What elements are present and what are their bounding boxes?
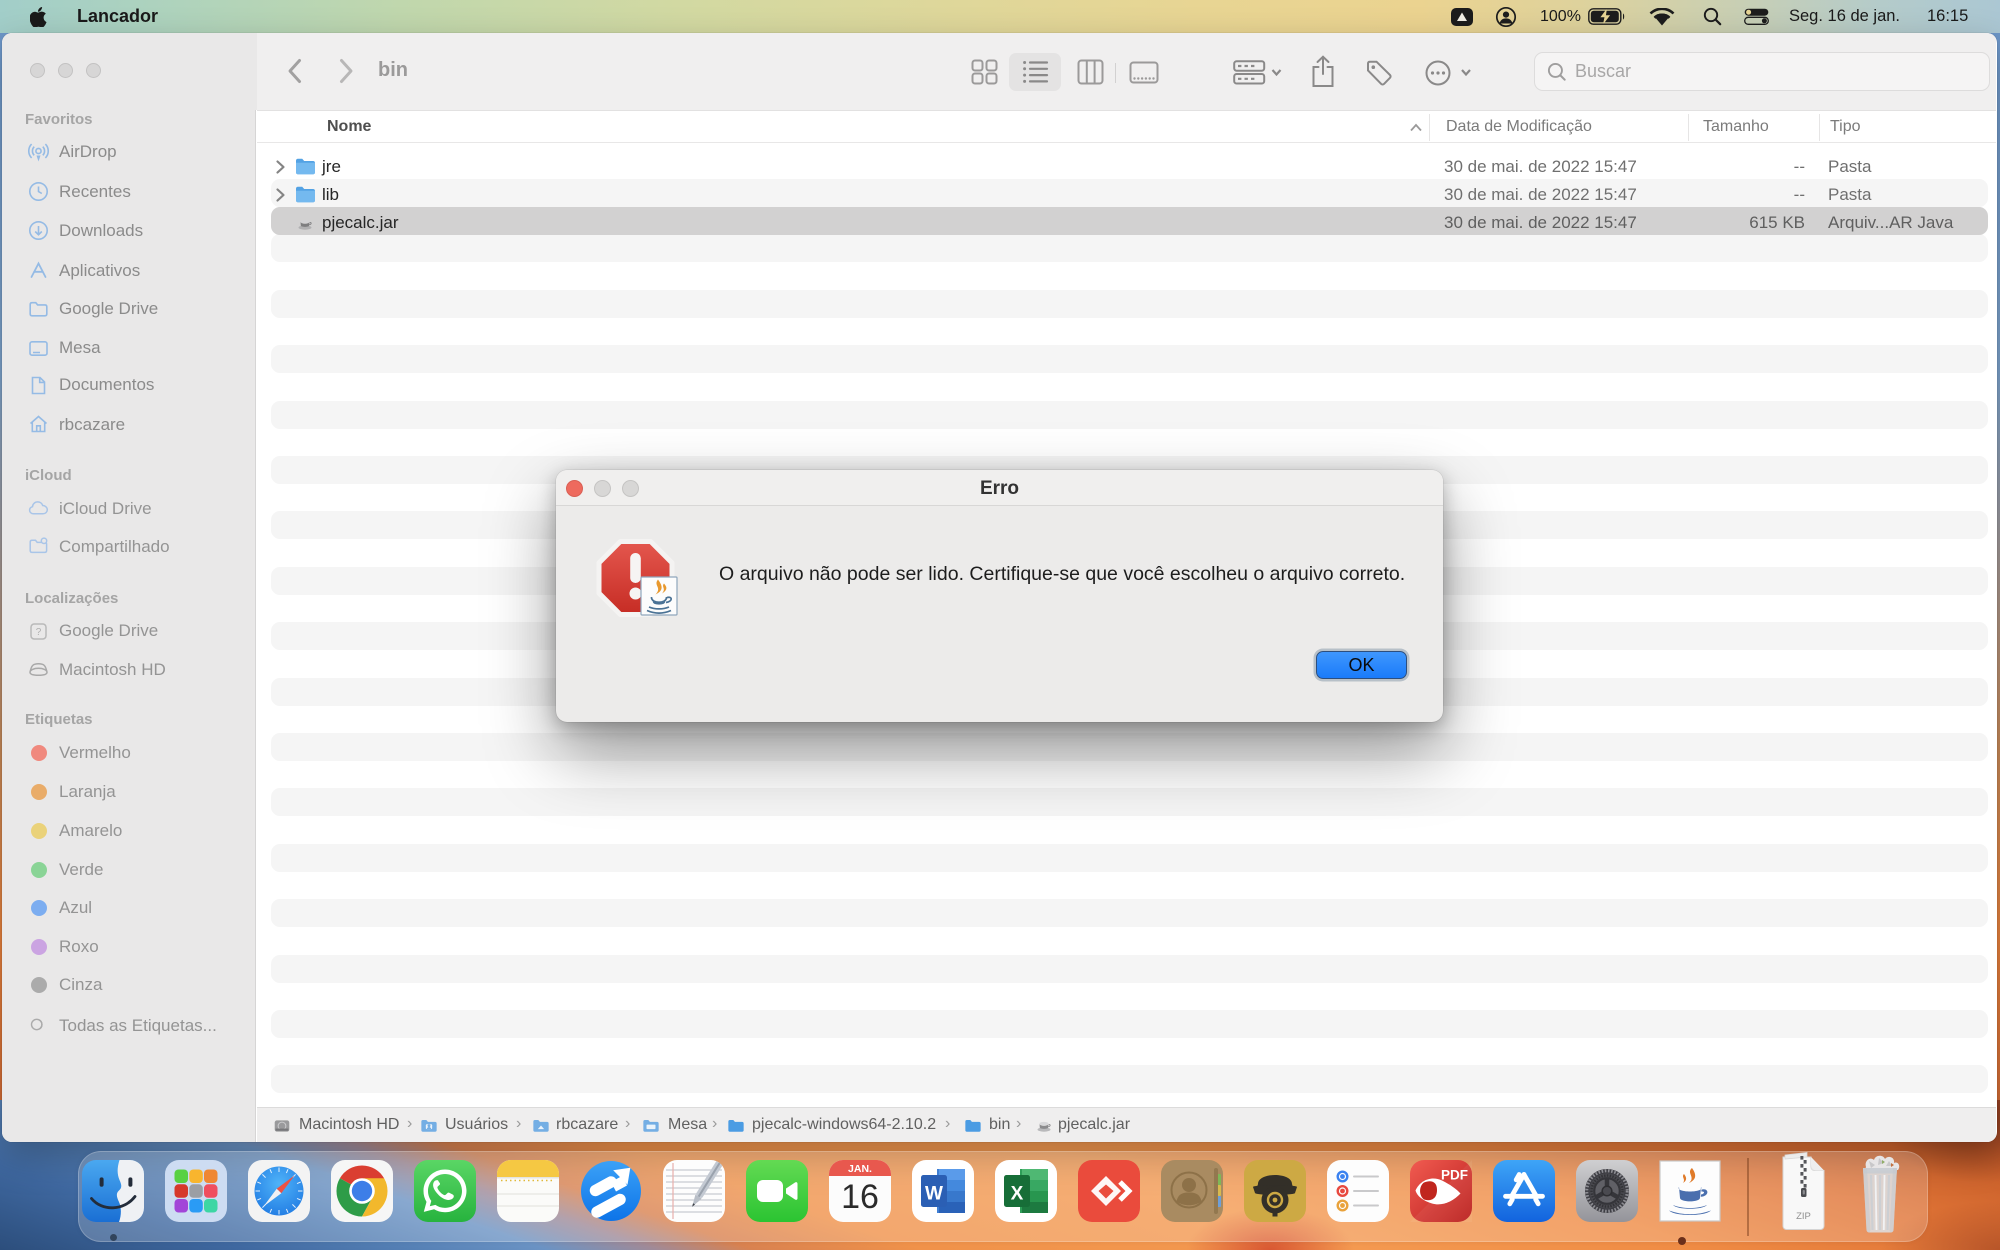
svg-text:X: X — [1011, 1184, 1024, 1205]
svg-text:ZIP: ZIP — [1796, 1211, 1811, 1222]
svg-text:PDF: PDF — [1441, 1168, 1468, 1183]
svg-text:W: W — [925, 1184, 943, 1205]
svg-text:16: 16 — [841, 1178, 879, 1216]
svg-text:JAN.: JAN. — [848, 1163, 872, 1175]
svg-text:?: ? — [36, 627, 42, 638]
